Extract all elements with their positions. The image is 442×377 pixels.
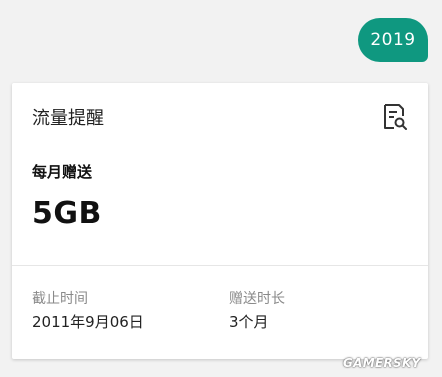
document-search-icon[interactable] [382,103,408,131]
deadline-label: 截止时间 [32,291,88,307]
gift-duration-value: 3个月 [229,313,269,331]
chat-message-bubble[interactable]: 2019 [358,18,428,62]
card-title: 流量提醒 [32,108,104,129]
card-divider [12,265,428,266]
gift-amount: 5GB [32,196,102,231]
watermark: GAMERSKY [343,356,421,370]
traffic-reminder-card[interactable]: 流量提醒 每月赠送 5GB 截止时间 2011年9月06日 赠送时长 3个月 [12,83,428,359]
chat-message-text: 2019 [370,30,416,50]
gift-duration-label: 赠送时长 [229,291,285,307]
deadline-value: 2011年9月06日 [32,313,144,331]
monthly-gift-label: 每月赠送 [32,163,93,181]
